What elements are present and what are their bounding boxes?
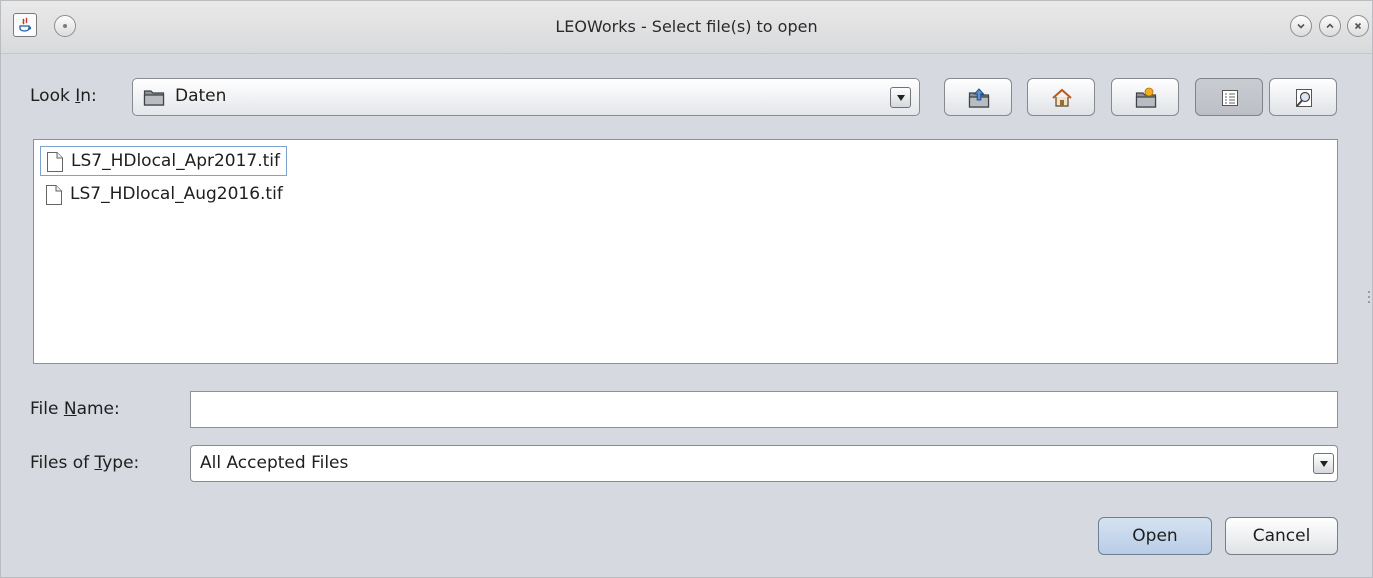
look-in-combobox[interactable]: Daten (132, 78, 920, 116)
close-icon[interactable] (1347, 15, 1369, 37)
list-view-icon (1222, 90, 1238, 106)
new-folder-button[interactable] (1111, 78, 1179, 116)
folder-icon (143, 87, 165, 112)
up-folder-icon (968, 88, 990, 108)
look-in-value: Daten (175, 86, 227, 106)
new-folder-icon (1135, 87, 1157, 108)
cancel-button[interactable]: Cancel (1225, 517, 1338, 555)
file-list-item[interactable]: LS7_HDlocal_Apr2017.tif (40, 146, 288, 176)
file-name-label: File Name: (30, 399, 120, 419)
file-icon (46, 185, 62, 205)
home-icon (1052, 88, 1072, 107)
file-icon (47, 152, 63, 172)
look-in-label: Look In: (30, 86, 97, 106)
files-of-type-dropdown-arrow[interactable] (1313, 453, 1334, 474)
resize-grip[interactable] (1368, 291, 1370, 305)
file-name-text: LS7_HDlocal_Aug2016.tif (70, 184, 283, 204)
home-button[interactable] (1027, 78, 1095, 116)
file-name-text: LS7_HDlocal_Apr2017.tif (71, 151, 281, 171)
window-title: LEOWorks - Select file(s) to open (555, 17, 818, 36)
title-bar: LEOWorks - Select file(s) to open (1, 1, 1372, 54)
file-list-item[interactable]: LS7_HDlocal_Aug2016.tif (40, 180, 289, 210)
details-view-button[interactable] (1269, 78, 1337, 116)
files-of-type-value: All Accepted Files (200, 453, 349, 473)
file-list[interactable]: LS7_HDlocal_Apr2017.tif LS7_HDlocal_Aug2… (33, 139, 1338, 364)
maximize-icon[interactable] (1319, 15, 1341, 37)
details-view-icon (1296, 89, 1312, 107)
list-view-button[interactable] (1195, 78, 1263, 116)
open-button[interactable]: Open (1098, 517, 1212, 555)
file-chooser-dialog: LEOWorks - Select file(s) to open Look I… (0, 0, 1373, 578)
up-folder-button[interactable] (944, 78, 1012, 116)
minimize-icon[interactable] (1290, 15, 1312, 37)
files-of-type-combobox[interactable]: All Accepted Files (190, 445, 1338, 482)
files-of-type-label: Files of Type: (30, 453, 140, 473)
look-in-dropdown-arrow[interactable] (890, 87, 911, 108)
file-name-input[interactable] (190, 391, 1338, 428)
